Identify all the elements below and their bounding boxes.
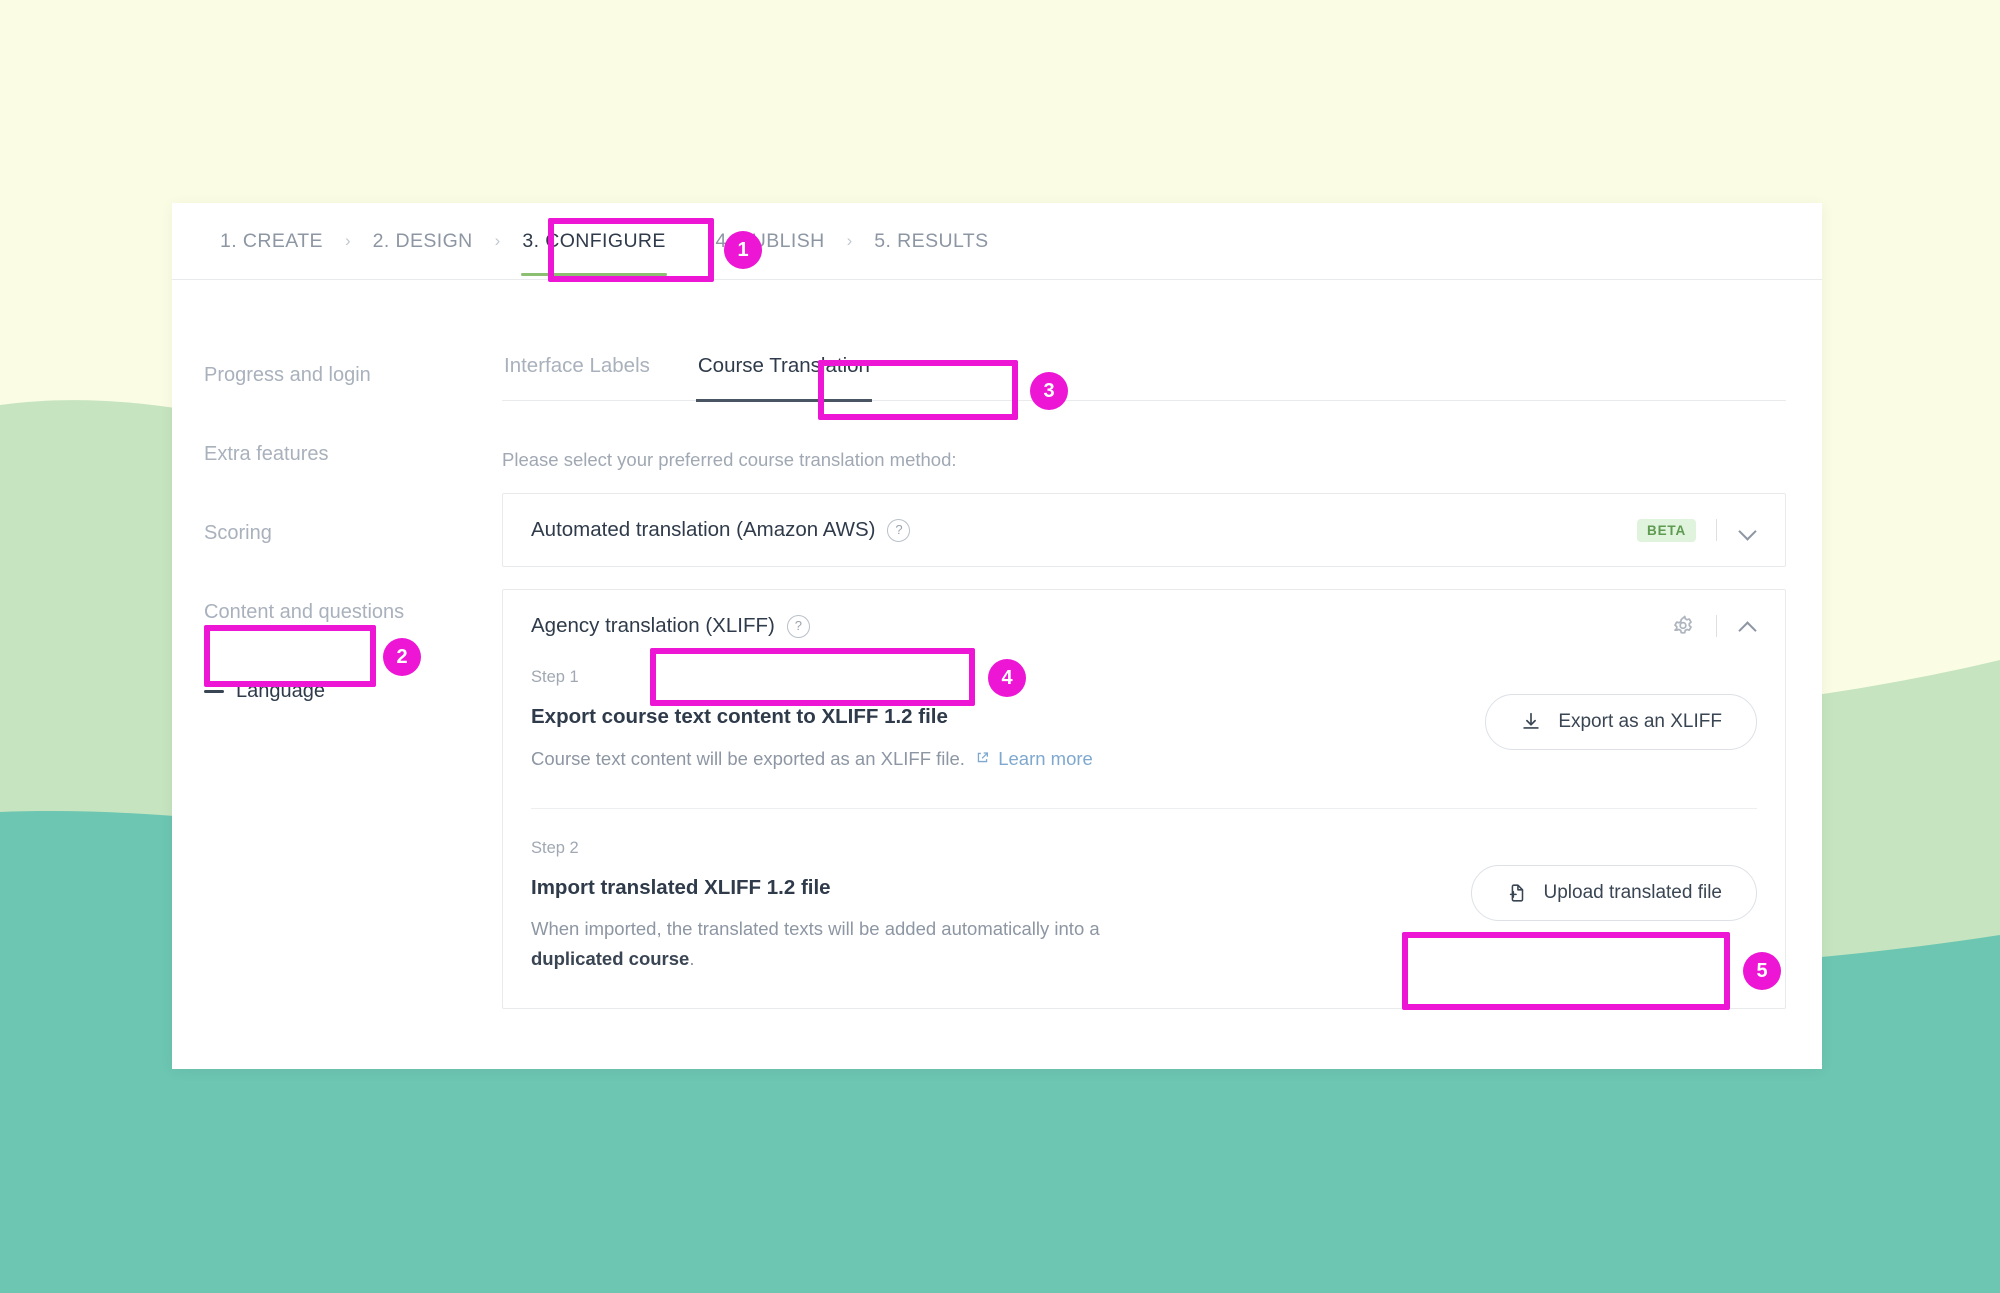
tab-bar: Interface Labels Course Translation [502,350,1786,401]
beta-badge: BETA [1637,519,1696,542]
tab-course-translation[interactable]: Course Translation [696,350,872,400]
wizard-separator-icon: › [495,231,501,251]
annotation-number-4: 4 [988,659,1026,697]
sidebar-item-extra-features[interactable]: Extra features [200,441,502,468]
sidebar-item-label: Language [236,680,325,703]
automated-translation-title-group: Automated translation (Amazon AWS) ? [531,518,910,542]
automated-translation-title: Automated translation (Amazon AWS) [531,518,875,542]
download-icon [1520,711,1542,733]
upload-translated-file-button[interactable]: Upload translated file [1471,865,1758,921]
wizard-breadcrumb: 1. CREATE › 2. DESIGN › 3. CONFIGURE › 4… [172,203,1822,280]
step-2-label: Step 2 [531,839,1131,858]
step-2-row: Step 2 Import translated XLIFF 1.2 file … [531,809,1757,1008]
wizard-step-results[interactable]: 5. RESULTS [872,224,990,259]
step-1-description-text: Course text content will be exported as … [531,748,965,769]
wizard-step-configure[interactable]: 3. CONFIGURE [520,224,667,259]
sidebar-item-progress-and-login[interactable]: Progress and login [200,362,502,389]
sidebar-item-content-and-questions[interactable]: Content and questions [200,599,502,626]
sidebar-item-label: Extra features [204,443,329,466]
step-2-action: Upload translated file [1471,839,1758,921]
sidebar-item-label: Content and questions [204,601,404,624]
export-as-xliff-button[interactable]: Export as an XLIFF [1485,694,1757,750]
upload-translated-file-label: Upload translated file [1544,882,1723,904]
file-upload-icon [1506,882,1528,904]
step-2-description-tail: . [689,948,694,969]
wizard-step-design[interactable]: 2. DESIGN [371,224,475,259]
agency-translation-controls [1670,613,1759,639]
learn-more-link[interactable]: Learn more [998,748,1093,769]
tab-interface-labels[interactable]: Interface Labels [502,350,652,400]
agency-steps: Step 1 Export course text content to XLI… [503,662,1785,1008]
agency-translation-title: Agency translation (XLIFF) [531,614,775,638]
minus-icon [204,690,224,693]
step-1-action: Export as an XLIFF [1485,668,1757,750]
step-2-text: Step 2 Import translated XLIFF 1.2 file … [531,839,1131,974]
chevron-down-icon[interactable] [1737,519,1759,541]
sidebar-item-label: Scoring [204,522,272,545]
chevron-up-icon[interactable] [1737,615,1759,637]
annotation-number-2: 2 [383,638,421,676]
external-link-icon [976,743,989,756]
sidebar-item-language[interactable]: Language [200,678,502,705]
annotation-number-1: 1 [724,231,762,269]
export-as-xliff-label: Export as an XLIFF [1558,711,1722,733]
gear-icon[interactable] [1670,613,1696,639]
question-mark-icon[interactable]: ? [787,615,810,638]
application-window: 1. CREATE › 2. DESIGN › 3. CONFIGURE › 4… [172,203,1822,1069]
automated-translation-controls: BETA [1637,519,1759,542]
step-1-description: Course text content will be exported as … [531,743,1093,774]
automated-translation-header[interactable]: Automated translation (Amazon AWS) ? BET… [503,494,1785,566]
annotation-number-3: 3 [1030,372,1068,410]
step-1-title: Export course text content to XLIFF 1.2 … [531,705,1093,729]
step-2-description-text: When imported, the translated texts will… [531,918,1100,939]
wizard-separator-icon: › [345,231,351,251]
annotation-number-5: 5 [1743,952,1781,990]
helper-text: Please select your preferred course tran… [502,449,1786,471]
automated-translation-panel: Automated translation (Amazon AWS) ? BET… [502,493,1786,567]
step-2-description: When imported, the translated texts will… [531,914,1131,974]
agency-translation-panel: Agency translation (XLIFF) ? [502,589,1786,1009]
sidebar-item-scoring[interactable]: Scoring [200,520,502,547]
agency-translation-title-group: Agency translation (XLIFF) ? [531,614,810,638]
question-mark-icon[interactable]: ? [887,519,910,542]
settings-sidebar: Progress and login Extra features Scorin… [172,280,502,1070]
divider [1716,615,1717,637]
step-2-title: Import translated XLIFF 1.2 file [531,876,1131,900]
settings-content: Interface Labels Course Translation Plea… [502,280,1822,1070]
sidebar-item-label: Progress and login [204,364,371,387]
agency-translation-header[interactable]: Agency translation (XLIFF) ? [503,590,1785,662]
wizard-step-create[interactable]: 1. CREATE [218,224,325,259]
step-1-row: Step 1 Export course text content to XLI… [531,662,1757,808]
step-2-description-bold: duplicated course [531,948,689,969]
wizard-separator-icon: › [847,231,853,251]
divider [1716,519,1717,541]
